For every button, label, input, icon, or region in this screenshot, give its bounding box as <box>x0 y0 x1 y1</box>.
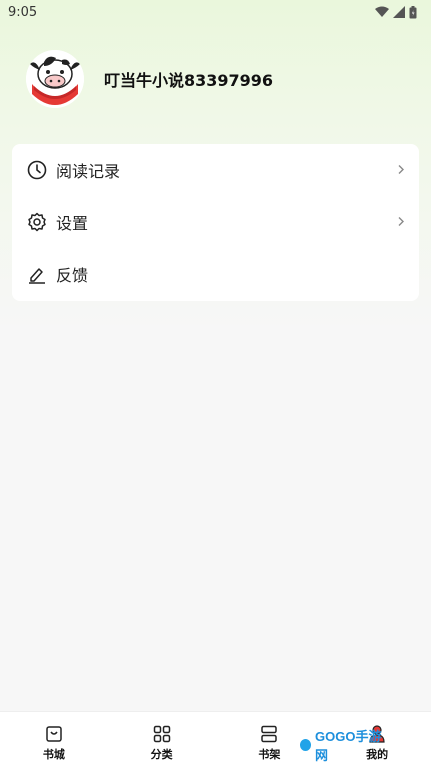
chevron-right-icon <box>397 161 405 180</box>
signal-icon <box>393 6 405 18</box>
menu-item-settings[interactable]: 设置 <box>12 196 419 248</box>
battery-icon <box>409 5 417 18</box>
clock-icon <box>26 159 48 181</box>
nav-tab-bookshelf[interactable]: 书架 <box>229 712 309 766</box>
nav-tab-mine[interactable]: 我的 <box>337 712 417 766</box>
nav-tab-category[interactable]: 分类 <box>122 712 202 766</box>
books-icon <box>261 725 278 743</box>
menu-item-feedback[interactable]: 反馈 <box>12 248 419 300</box>
menu-item-label: 阅读记录 <box>56 162 121 181</box>
grid-icon <box>153 725 170 743</box>
gear-icon <box>26 211 48 233</box>
username: 叮当牛小说83397996 <box>104 71 274 90</box>
menu-item-reading-history[interactable]: 阅读记录 <box>12 144 419 196</box>
nav-tab-bookstore[interactable]: 书城 <box>14 712 94 766</box>
nav-label: 我的 <box>366 748 389 761</box>
chevron-right-icon <box>397 213 405 232</box>
profile-header[interactable]: 叮当牛小说83397996 <box>26 50 273 108</box>
status-time: 9:05 <box>8 4 38 20</box>
bag-icon <box>46 726 62 742</box>
nav-label: 书城 <box>42 748 65 761</box>
menu-item-label: 设置 <box>56 214 89 233</box>
nav-label: 书架 <box>258 748 281 761</box>
edit-icon <box>26 263 48 285</box>
menu-card: 阅读记录 设置 反馈 <box>12 144 419 301</box>
person-icon <box>369 725 385 743</box>
status-icons <box>375 5 417 19</box>
wifi-icon <box>375 6 389 17</box>
nav-label: 分类 <box>150 748 173 761</box>
menu-item-label: 反馈 <box>56 266 89 285</box>
avatar[interactable] <box>26 50 84 108</box>
bottom-nav: 书城 分类 书架 我的 <box>0 711 431 766</box>
cow-logo-icon <box>26 50 84 108</box>
status-bar: 9:05 <box>0 0 431 24</box>
